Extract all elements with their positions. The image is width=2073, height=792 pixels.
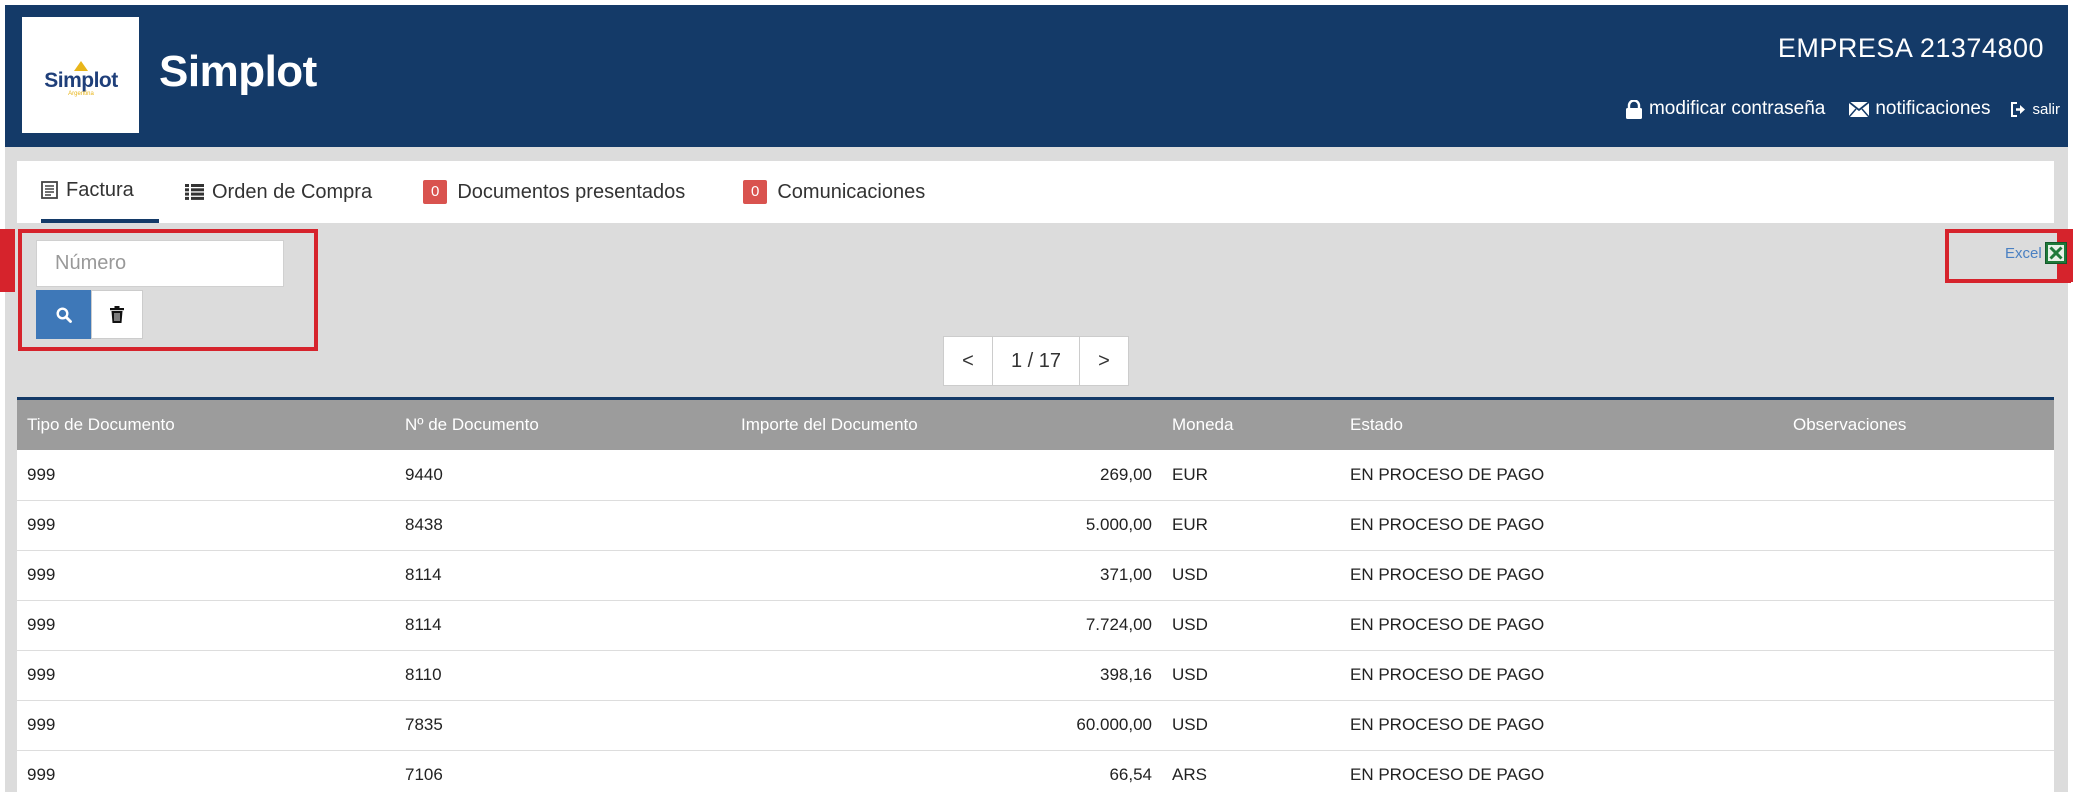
excel-icon (2044, 242, 2067, 264)
tab-documentos-label: Documentos presentados (457, 180, 686, 203)
cell-numero: 8438 (395, 500, 731, 551)
cell-importe: 60.000,00 (731, 700, 1162, 751)
cell-tipo: 999 (17, 550, 395, 601)
cell-importe: 371,00 (731, 550, 1162, 601)
tab-factura-label: Factura (66, 178, 134, 201)
notifications-link[interactable]: notificaciones (1849, 98, 1990, 120)
cell-estado: EN PROCESO DE PAGO (1340, 500, 1783, 551)
cell-importe: 7.724,00 (731, 600, 1162, 651)
cell-observaciones (1783, 450, 2054, 501)
table-row[interactable]: 999 8110 398,16 USD EN PROCESO DE PAGO (17, 650, 2054, 701)
cell-estado: EN PROCESO DE PAGO (1340, 650, 1783, 701)
logo-text: Simplot (44, 69, 118, 92)
table-row[interactable]: 999 9440 269,00 EUR EN PROCESO DE PAGO (17, 450, 2054, 501)
cell-observaciones (1783, 550, 2054, 601)
table-row[interactable]: 999 8114 371,00 USD EN PROCESO DE PAGO (17, 550, 2054, 601)
cell-observaciones (1783, 600, 2054, 651)
cell-numero: 8114 (395, 600, 731, 651)
tab-documentos-presentados[interactable]: 0 Documentos presentados (423, 161, 685, 223)
change-password-label: modificar contraseña (1648, 98, 1826, 119)
lock-icon (1625, 99, 1642, 119)
top-header: Simplot Argentina Simplot EMPRESA 213748… (5, 5, 2068, 147)
tab-bar: Factura Orden de Compra 0 Documentos pre… (17, 161, 2054, 223)
cell-numero: 8110 (395, 650, 731, 701)
column-header[interactable]: Observaciones (1783, 400, 2054, 450)
column-header[interactable]: Nº de Documento (395, 400, 731, 450)
tab-orden-compra-label: Orden de Compra (212, 180, 373, 203)
column-header[interactable]: Tipo de Documento (17, 400, 395, 450)
next-page-button[interactable]: > (1080, 337, 1128, 385)
search-button[interactable] (36, 290, 91, 339)
table-header-row: Tipo de Documento Nº de Documento Import… (17, 400, 2054, 450)
cell-numero: 7835 (395, 700, 731, 751)
cell-estado: EN PROCESO DE PAGO (1340, 600, 1783, 651)
clear-filter-button[interactable] (91, 290, 143, 339)
cell-importe: 269,00 (731, 450, 1162, 501)
cell-importe: 398,16 (731, 650, 1162, 701)
table-row[interactable]: 999 7106 66,54 ARS EN PROCESO DE PAGO (17, 750, 2054, 792)
pagination: < 1 / 17 > (943, 336, 1129, 386)
change-password-link[interactable]: modificar contraseña (1625, 98, 1825, 120)
cell-moneda: EUR (1162, 450, 1340, 501)
cell-moneda: USD (1162, 600, 1340, 651)
cell-tipo: 999 (17, 750, 395, 792)
table-row[interactable]: 999 8114 7.724,00 USD EN PROCESO DE PAGO (17, 600, 2054, 651)
tab-comunicaciones-label: Comunicaciones (777, 180, 926, 203)
excel-label: Excel (2005, 244, 2042, 262)
column-header[interactable]: Importe del Documento (731, 400, 1162, 450)
cell-tipo: 999 (17, 500, 395, 551)
prev-page-button[interactable]: < (944, 337, 992, 385)
company-name: EMPRESA 21374800 (1777, 33, 2044, 63)
cell-observaciones (1783, 750, 2054, 792)
cell-moneda: USD (1162, 550, 1340, 601)
excel-export-link[interactable]: Excel (2005, 242, 2067, 264)
notifications-label: notificaciones (1875, 98, 1991, 119)
cell-moneda: USD (1162, 650, 1340, 701)
cell-numero: 7106 (395, 750, 731, 792)
logout-label: salir (2032, 100, 2060, 118)
cell-numero: 8114 (395, 550, 731, 601)
table-row[interactable]: 999 7835 60.000,00 USD EN PROCESO DE PAG… (17, 700, 2054, 751)
cell-numero: 9440 (395, 450, 731, 501)
cell-tipo: 999 (17, 450, 395, 501)
comunicaciones-count-badge: 0 (743, 180, 768, 204)
trash-icon (110, 306, 124, 323)
cell-estado: EN PROCESO DE PAGO (1340, 750, 1783, 792)
documents-table: Tipo de Documento Nº de Documento Import… (17, 397, 2054, 792)
cell-estado: EN PROCESO DE PAGO (1340, 550, 1783, 601)
invoice-icon (41, 181, 58, 199)
cell-moneda: ARS (1162, 750, 1340, 792)
logout-icon (2011, 101, 2026, 117)
left-highlight-marker (0, 229, 15, 292)
column-header[interactable]: Moneda (1162, 400, 1340, 450)
current-page-indicator: 1 / 17 (992, 337, 1080, 385)
tab-comunicaciones[interactable]: 0 Comunicaciones (743, 161, 925, 223)
logout-link[interactable]: salir (2010, 101, 2060, 118)
cell-tipo: 999 (17, 700, 395, 751)
cell-moneda: EUR (1162, 500, 1340, 551)
cell-estado: EN PROCESO DE PAGO (1340, 450, 1783, 501)
cell-importe: 5.000,00 (731, 500, 1162, 551)
cell-tipo: 999 (17, 600, 395, 651)
cell-observaciones (1783, 650, 2054, 701)
documentos-count-badge: 0 (423, 180, 448, 204)
cell-importe: 66,54 (731, 750, 1162, 792)
list-icon (185, 184, 204, 200)
cell-observaciones (1783, 500, 2054, 551)
search-icon (55, 306, 72, 323)
tab-orden-compra[interactable]: Orden de Compra (185, 161, 372, 223)
cell-moneda: USD (1162, 700, 1340, 751)
cell-observaciones (1783, 700, 2054, 751)
table-row[interactable]: 999 8438 5.000,00 EUR EN PROCESO DE PAGO (17, 500, 2054, 551)
header-links: modificar contraseña notificaciones sali… (1601, 98, 2060, 120)
column-header[interactable]: Estado (1340, 400, 1783, 450)
cell-estado: EN PROCESO DE PAGO (1340, 700, 1783, 751)
cell-tipo: 999 (17, 650, 395, 701)
document-number-input[interactable] (36, 240, 284, 287)
brand-name: Simplot (159, 47, 317, 96)
envelope-icon (1849, 101, 1870, 117)
tab-factura[interactable]: Factura (41, 161, 159, 223)
company-logo: Simplot Argentina (22, 17, 139, 133)
